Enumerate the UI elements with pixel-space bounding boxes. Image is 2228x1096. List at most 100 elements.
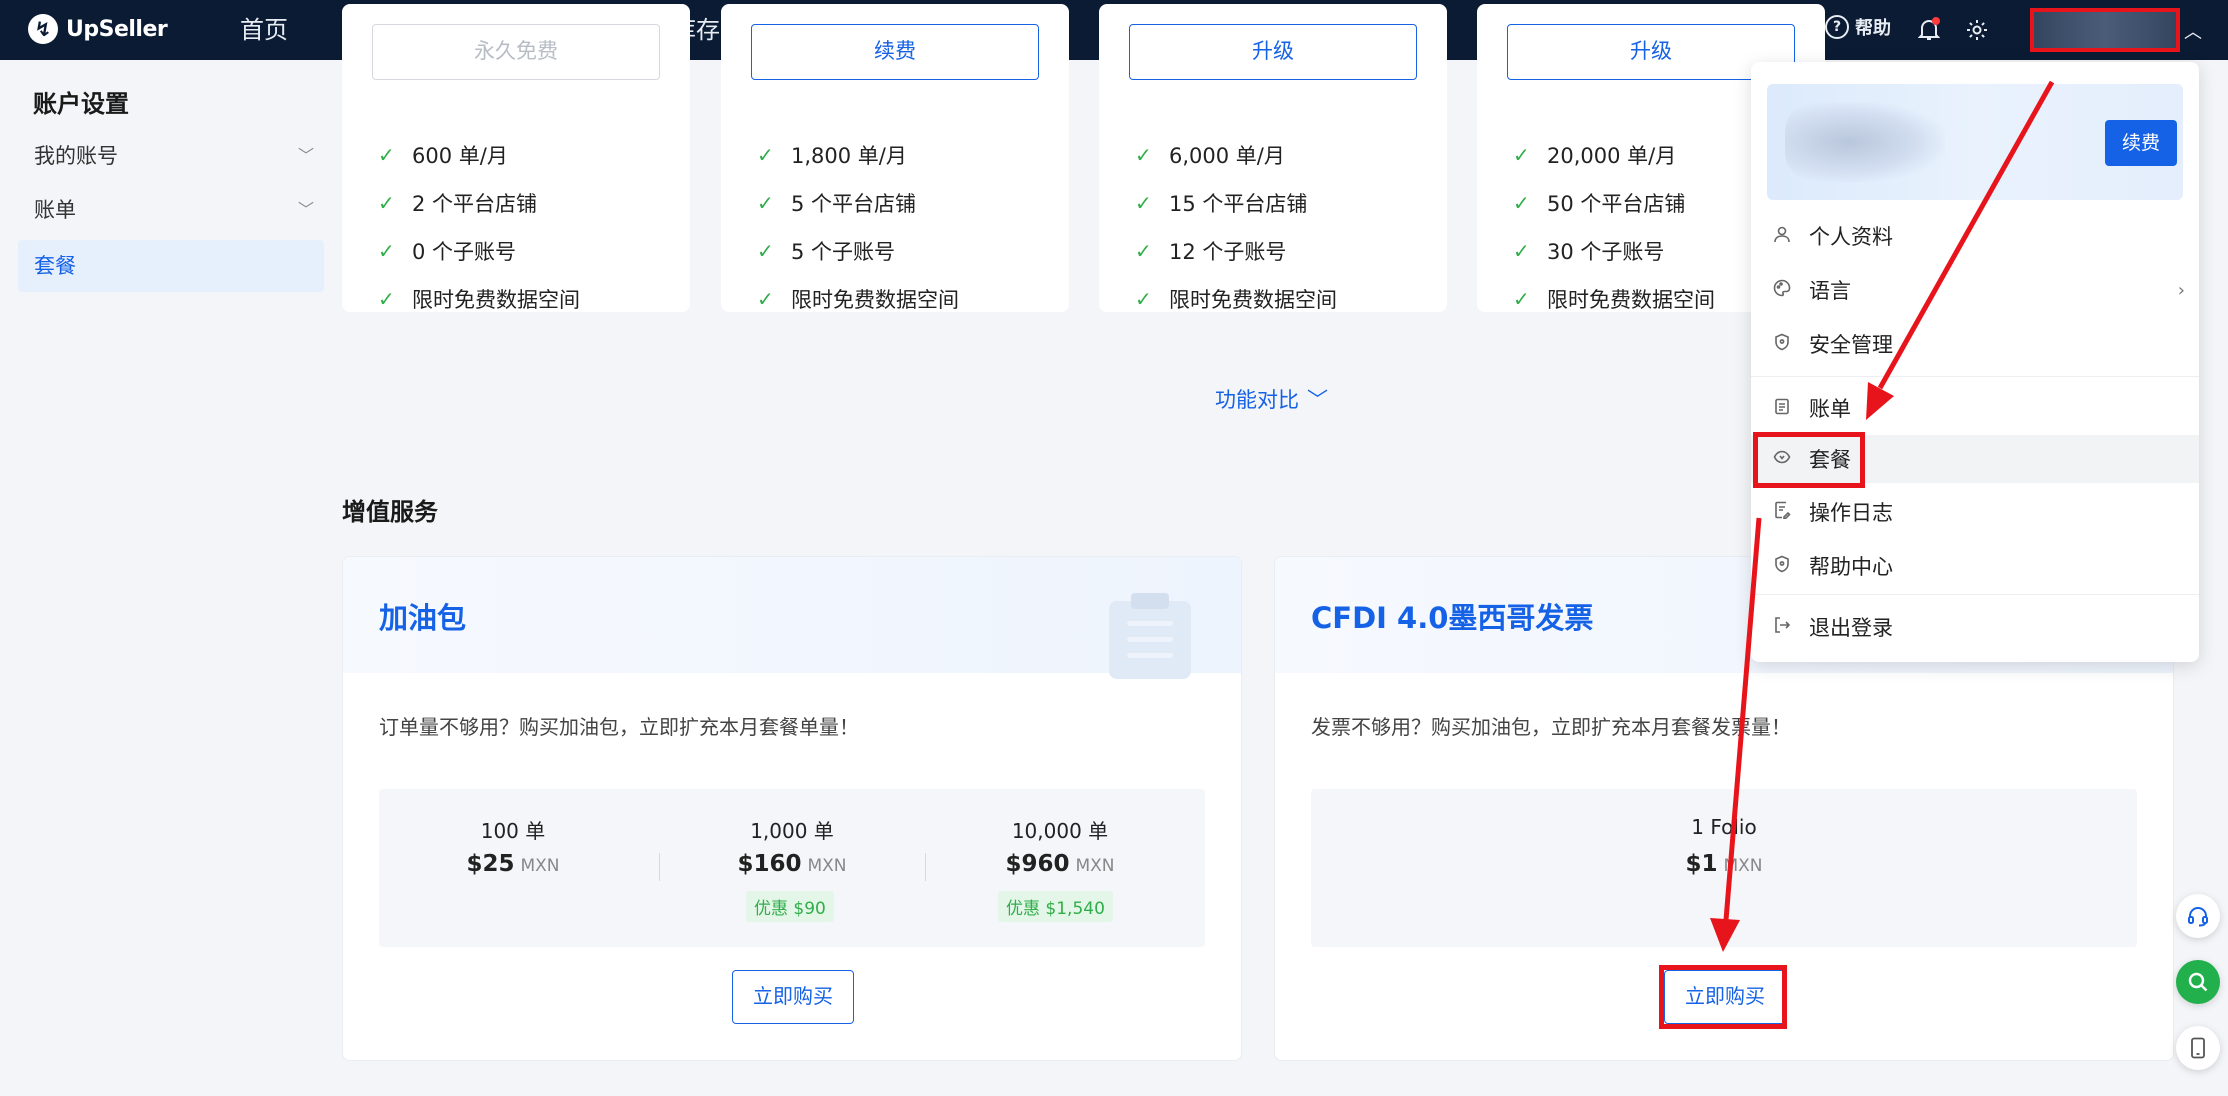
discount-badge: 优惠 $90 <box>746 891 834 922</box>
shield-icon <box>1771 333 1793 356</box>
plan-feature: ✓ 限时免费数据空间 <box>378 287 580 312</box>
settings-sidebar: 账户设置 我的账号 ﹀ 账单 ﹀ 套餐 <box>0 60 336 1096</box>
package-options: 1 Folio $1 MXN <box>1311 789 2137 947</box>
menu-item-security[interactable]: 安全管理 <box>1751 320 2199 368</box>
avatar <box>1785 102 1945 182</box>
buy-now-button[interactable]: 立即购买 <box>1664 970 1786 1024</box>
plan-renew-button[interactable]: 续费 <box>751 24 1039 80</box>
plan-feature: ✓ 限时免费数据空间 <box>1513 287 1715 312</box>
check-icon: ✓ <box>1513 287 1530 311</box>
chevron-down-icon: ﹀ <box>297 146 314 165</box>
menu-item-plan[interactable]: 套餐 <box>1751 435 2199 483</box>
sidebar-title: 账户设置 <box>33 90 129 118</box>
document-edit-icon <box>1771 501 1793 524</box>
check-icon: ✓ <box>1513 143 1530 167</box>
check-icon: ✓ <box>757 239 774 263</box>
feature-compare-link[interactable]: 功能对比 ﹀ <box>1215 384 1328 414</box>
feature-compare-label: 功能对比 <box>1215 388 1299 412</box>
customer-support-icon[interactable] <box>2176 894 2220 938</box>
buy-now-button[interactable]: 立即购买 <box>732 970 854 1024</box>
check-icon: ✓ <box>378 287 395 311</box>
plan-card-free: 永久免费 ✓ 600 单/月 ✓ 2 个平台店铺 ✓ 0 个子账号 ✓ 限时免费数据空间 <box>342 4 690 312</box>
palette-icon <box>1771 279 1793 302</box>
sidebar-item-billing[interactable]: 账单 ﹀ <box>18 184 324 236</box>
sidebar-item-my-account[interactable]: 我的账号 ﹀ <box>18 130 324 182</box>
check-icon: ✓ <box>378 239 395 263</box>
account-menu-button[interactable] <box>2030 8 2180 52</box>
menu-item-billing[interactable]: 账单 <box>1751 384 2199 432</box>
user-icon <box>1771 225 1793 248</box>
notification-dot <box>1932 17 1940 25</box>
plan-free-button: 永久免费 <box>372 24 660 80</box>
plan-feature: ✓ 0 个子账号 <box>378 239 517 264</box>
menu-item-help-center[interactable]: 帮助中心 <box>1751 542 2199 590</box>
value-added-services-title: 增值服务 <box>342 498 438 526</box>
renew-button[interactable]: 续费 <box>2105 120 2177 166</box>
chevron-down-icon: ﹀ <box>1307 388 1328 412</box>
card-description: 发票不够用？购买加油包，立即扩充本月套餐发票量！ <box>1311 715 1791 739</box>
menu-item-operation-log[interactable]: 操作日志 <box>1751 488 2199 536</box>
chevron-up-icon[interactable]: ︿ <box>2184 18 2202 44</box>
check-icon: ✓ <box>1135 287 1152 311</box>
check-icon: ✓ <box>757 143 774 167</box>
plan-feature: ✓ 6,000 单/月 <box>1135 143 1285 168</box>
addon-pack-card: 加油包 订单量不够用？购买加油包，立即扩充本月套餐单量！ 100 单 $25 MX… <box>342 556 1242 1061</box>
chevron-right-icon: › <box>2177 279 2185 301</box>
sidebar-item-label: 我的账号 <box>34 144 118 168</box>
shield-icon <box>1771 555 1793 578</box>
check-icon: ✓ <box>378 143 395 167</box>
plan-upgrade-button[interactable]: 升级 <box>1129 24 1417 80</box>
discount-badge: 优惠 $1,540 <box>998 891 1113 922</box>
plan-feature: ✓ 20,000 单/月 <box>1513 143 1677 168</box>
plan-feature: ✓ 12 个子账号 <box>1135 239 1287 264</box>
plan-feature: ✓ 5 个子账号 <box>757 239 896 264</box>
chevron-down-icon: ﹀ <box>297 200 314 219</box>
help-button[interactable]: ? 帮助 <box>1825 14 1891 40</box>
account-dropdown-menu: 续费 个人资料 语言 › 安全管理 账单 套餐 操作日志 帮助中心 退出登录 <box>1751 62 2199 662</box>
upseller-logo[interactable]: ↯ UpSeller <box>28 14 168 44</box>
check-icon: ✓ <box>757 287 774 311</box>
card-title: CFDI 4.0墨西哥发票 <box>1311 601 1594 635</box>
package-options: 100 单 $25 MXN 1,000 单 $160 MXN 优惠 $90 10,0… <box>379 789 1205 947</box>
plan-card-basic: 续费 ✓ 1,800 单/月 ✓ 5 个平台店铺 ✓ 5 个子账号 ✓ 限时免费数据空间 <box>721 4 1069 312</box>
menu-item-logout[interactable]: 退出登录 <box>1751 603 2199 651</box>
plan-feature: ✓ 50 个平台店铺 <box>1513 191 1686 216</box>
plan-feature: ✓ 600 单/月 <box>378 143 508 168</box>
plan-feature: ✓ 30 个子账号 <box>1513 239 1665 264</box>
menu-item-language[interactable]: 语言 › <box>1751 266 2199 314</box>
bell-icon[interactable] <box>1914 15 1944 45</box>
plan-feature: ✓ 限时免费数据空间 <box>757 287 959 312</box>
check-icon: ✓ <box>757 191 774 215</box>
logo-icon: ↯ <box>28 14 58 44</box>
plan-feature: ✓ 5 个平台店铺 <box>757 191 917 216</box>
card-title: 加油包 <box>379 601 467 635</box>
plan-feature: ✓ 1,800 单/月 <box>757 143 907 168</box>
sidebar-item-label: 套餐 <box>34 254 76 278</box>
help-circle-icon: ? <box>1825 15 1849 39</box>
plan-feature: ✓ 限时免费数据空间 <box>1135 287 1337 312</box>
check-icon: ✓ <box>1135 239 1152 263</box>
clipboard-icon <box>1109 593 1191 679</box>
check-icon: ✓ <box>378 191 395 215</box>
gear-icon[interactable] <box>1962 15 1992 45</box>
gem-icon <box>1771 448 1793 471</box>
plan-card-pro: 升级 ✓ 6,000 单/月 ✓ 15 个平台店铺 ✓ 12 个子账号 ✓ 限时免费数据… <box>1099 4 1447 312</box>
sidebar-item-plan[interactable]: 套餐 <box>18 240 324 292</box>
check-icon: ✓ <box>1135 191 1152 215</box>
logout-icon <box>1771 616 1793 639</box>
clipboard-icon <box>1771 397 1793 420</box>
nav-home[interactable]: 首页 <box>210 0 318 60</box>
check-icon: ✓ <box>1513 239 1530 263</box>
brand-name: UpSeller <box>66 16 168 42</box>
search-icon[interactable] <box>2176 960 2220 1004</box>
help-label: 帮助 <box>1855 18 1891 39</box>
mobile-phone-icon[interactable] <box>2176 1026 2220 1070</box>
menu-divider <box>1751 376 2199 377</box>
plan-feature: ✓ 2 个平台店铺 <box>378 191 538 216</box>
plan-feature: ✓ 15 个平台店铺 <box>1135 191 1308 216</box>
menu-divider <box>1751 594 2199 595</box>
menu-item-profile[interactable]: 个人资料 <box>1751 212 2199 260</box>
account-summary-card: 续费 <box>1767 84 2183 200</box>
sidebar-item-label: 账单 <box>34 198 76 222</box>
check-icon: ✓ <box>1513 191 1530 215</box>
